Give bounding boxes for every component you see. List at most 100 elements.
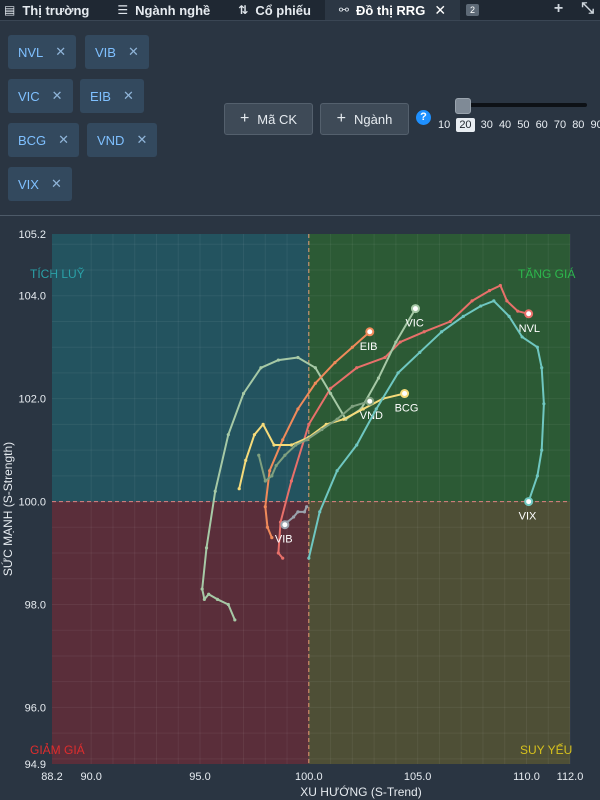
data-point (233, 618, 237, 622)
tab-rrg[interactable]: ⚯ Đồ thị RRG ✕ (324, 0, 461, 20)
slider-tick[interactable]: 30 (481, 119, 493, 131)
slider-tick[interactable]: 50 (517, 119, 529, 131)
tab-stocks[interactable]: ⇅ Cổ phiếu (224, 0, 325, 20)
data-point[interactable] (365, 327, 375, 337)
quadrant-label-leading: TĂNG GIÁ (518, 266, 575, 281)
data-point (226, 602, 230, 607)
x-tick-label: 95.0 (189, 771, 210, 783)
collapse-icon[interactable]: ⤡ (581, 0, 594, 18)
remove-icon[interactable]: ✕ (58, 132, 69, 148)
data-point (289, 479, 294, 483)
data-point (283, 453, 287, 457)
data-point (540, 366, 544, 370)
data-point[interactable] (280, 520, 290, 530)
data-point (305, 438, 309, 442)
chip-vix[interactable]: VIX ✕ (8, 167, 72, 201)
chip-label: VIX (18, 176, 39, 192)
add-stock-button[interactable]: + Mã CK (224, 103, 313, 135)
data-point (268, 469, 272, 473)
data-point (396, 371, 400, 375)
chip-vnd[interactable]: VND ✕ (87, 123, 158, 157)
data-point (507, 314, 511, 318)
period-slider-track[interactable] (455, 103, 587, 107)
chip-vic[interactable]: VIC ✕ (8, 79, 73, 113)
slider-tick[interactable]: 90 (591, 119, 600, 131)
data-point (296, 355, 300, 360)
period-slider-handle[interactable] (455, 98, 471, 114)
data-point (257, 453, 261, 457)
data-point (479, 304, 483, 308)
data-point (200, 587, 204, 591)
chip-label: BCG (18, 132, 47, 148)
y-tick-label: 104.0 (18, 291, 46, 303)
remove-icon[interactable]: ✕ (128, 44, 139, 60)
remove-icon[interactable]: ✕ (123, 88, 134, 104)
close-icon[interactable]: ✕ (434, 2, 446, 19)
data-point (492, 299, 496, 303)
x-tick-label: 88.2 (41, 771, 62, 783)
data-point[interactable] (524, 497, 534, 507)
data-point (263, 505, 267, 509)
y-tick-label: 96.0 (25, 702, 46, 714)
data-point (294, 443, 298, 447)
chip-eib[interactable]: EIB ✕ (80, 79, 144, 113)
slider-tick[interactable]: 40 (499, 119, 511, 131)
chip-nvl[interactable]: NVL ✕ (8, 35, 77, 69)
data-point (335, 469, 339, 473)
tab-market[interactable]: ▤ Thị trường (0, 0, 103, 20)
remove-icon[interactable]: ✕ (136, 132, 147, 148)
slider-tick[interactable]: 80 (572, 119, 584, 131)
add-sector-button[interactable]: + Ngành (320, 103, 409, 135)
chip-label: NVL (18, 44, 44, 60)
slider-tick[interactable]: 10 (438, 119, 450, 131)
remove-icon[interactable]: ✕ (55, 44, 66, 60)
data-point (252, 433, 257, 437)
data-point (350, 404, 354, 408)
data-point (296, 510, 300, 514)
data-point (394, 340, 398, 344)
data-point (296, 407, 300, 411)
data-point (333, 361, 337, 365)
tab-label: Ngành nghề (135, 2, 211, 18)
slider-tick[interactable]: 60 (536, 119, 548, 131)
chip-label: VIB (95, 44, 116, 60)
data-point (313, 366, 317, 370)
chip-label: VND (97, 132, 125, 148)
data-point (342, 417, 346, 421)
data-point[interactable] (410, 304, 420, 314)
plus-icon: + (239, 110, 250, 127)
data-point (542, 402, 546, 406)
data-point (281, 438, 285, 442)
tab-sector[interactable]: ☰ Ngành nghề (103, 0, 224, 20)
data-point (291, 515, 296, 519)
chip-vib[interactable]: VIB ✕ (85, 35, 149, 69)
series-label-bcg: BCG (395, 403, 419, 415)
remove-icon[interactable]: ✕ (51, 176, 62, 192)
data-point (307, 422, 311, 426)
data-point (540, 448, 544, 452)
add-sector-label: Ngành (354, 111, 393, 127)
data-point (241, 391, 246, 396)
data-point (448, 319, 452, 324)
data-point (470, 299, 474, 303)
data-point (204, 546, 209, 550)
slider-tick[interactable]: 70 (554, 119, 566, 131)
tab-count-badge: 2 (466, 4, 480, 16)
quadrant-label-lagging: GIẢM GIÁ (30, 742, 85, 757)
data-point (261, 422, 265, 426)
data-point[interactable] (400, 389, 410, 399)
help-icon[interactable]: ? (416, 110, 431, 125)
series-label-eib: EIB (360, 341, 378, 353)
chip-bcg[interactable]: BCG ✕ (8, 123, 80, 157)
data-point (398, 340, 402, 344)
add-tab-icon[interactable]: + (554, 0, 563, 18)
rrg-chart[interactable]: NVLVIBVICEIBBCGVNDVIX TÍCH LUỸ TĂNG GIÁGI… (0, 216, 600, 800)
data-point (270, 474, 274, 478)
data-point[interactable] (524, 309, 534, 319)
data-point (318, 510, 322, 514)
data-point (350, 345, 354, 349)
remove-icon[interactable]: ✕ (52, 88, 63, 104)
data-point[interactable] (365, 396, 375, 406)
data-point (259, 366, 263, 370)
slider-tick-selected[interactable]: 20 (456, 118, 475, 132)
